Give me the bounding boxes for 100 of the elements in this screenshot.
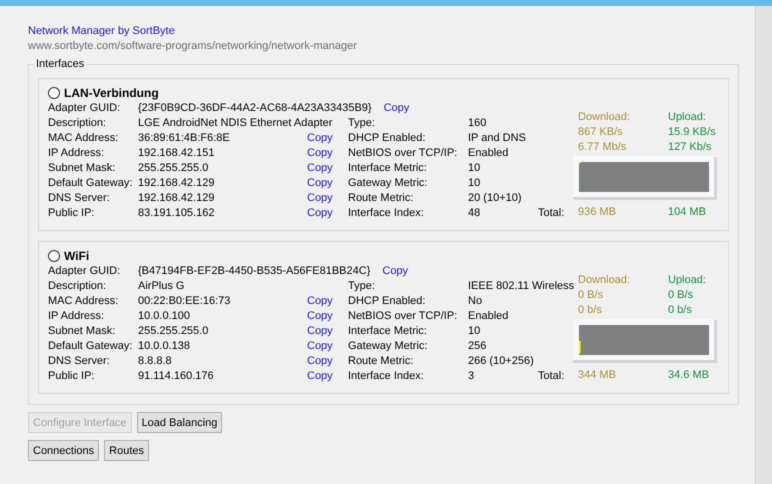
- copy-link[interactable]: Copy: [307, 294, 333, 309]
- copy-link[interactable]: Copy: [307, 369, 333, 384]
- field-value: {23F0B9CD-36DF-44A2-AC68-4A23A33435B9}: [138, 101, 372, 116]
- field-label: DHCP Enabled:: [348, 131, 426, 146]
- field-label: Adapter GUID:: [48, 101, 122, 116]
- upload-bitrate: 0 b/s: [668, 303, 692, 318]
- field-label: Interface Metric:: [348, 324, 427, 339]
- field-value: 160: [468, 116, 486, 131]
- action-button[interactable]: Connections: [28, 440, 100, 461]
- total-label: Total:: [538, 369, 564, 384]
- field-value: IP and DNS: [468, 131, 526, 146]
- field-label: Route Metric:: [348, 354, 414, 369]
- copy-link[interactable]: Copy: [307, 146, 333, 161]
- copy-link[interactable]: Copy: [307, 161, 333, 176]
- field-value: 83.191.105.162: [138, 206, 214, 221]
- field-value: Enabled: [468, 146, 508, 161]
- field-value: 192.168.42.151: [138, 146, 214, 161]
- field-label: DNS Server:: [48, 191, 110, 206]
- field-label: Gateway Metric:: [348, 339, 428, 354]
- field-label: Interface Index:: [348, 206, 424, 221]
- field-value: LGE AndroidNet NDIS Ethernet Adapter: [138, 116, 332, 131]
- upload-bitrate: 127 Kb/s: [668, 140, 712, 155]
- total-label: Total:: [538, 206, 564, 221]
- field-label: Type:: [348, 116, 375, 131]
- field-value: 10.0.0.138: [138, 339, 190, 354]
- download-bitrate: 0 b/s: [578, 303, 603, 318]
- upload-rate: 15.9 KB/s: [668, 125, 716, 140]
- copy-link[interactable]: Copy: [307, 309, 333, 324]
- field-value: AirPlus G: [138, 279, 184, 294]
- copy-link[interactable]: Copy: [307, 354, 333, 369]
- field-value: 266 (10+256): [468, 354, 534, 369]
- download-label: Download:: [578, 273, 631, 288]
- field-label: NetBIOS over TCP/IP:: [348, 309, 458, 324]
- field-label: DHCP Enabled:: [348, 294, 426, 309]
- field-value: 10.0.0.100: [138, 309, 190, 324]
- field-label: Type:: [348, 279, 375, 294]
- field-value: 192.168.42.129: [138, 176, 214, 191]
- field-label: Interface Index:: [348, 369, 424, 384]
- download-rate: 0 B/s: [578, 288, 604, 303]
- field-label: Route Metric:: [348, 191, 414, 206]
- field-label: MAC Address:: [48, 131, 118, 146]
- field-label: Description:: [48, 116, 106, 131]
- field-value: 10: [468, 161, 480, 176]
- copy-link[interactable]: Copy: [307, 191, 333, 206]
- field-value: 91.114.160.176: [138, 369, 214, 384]
- action-button[interactable]: Load Balancing: [136, 412, 222, 433]
- upload-total: 104 MB: [668, 205, 706, 220]
- radio-button[interactable]: [48, 87, 60, 99]
- copy-link[interactable]: Copy: [307, 324, 333, 339]
- field-label: Default Gateway:: [48, 339, 132, 354]
- copy-link[interactable]: Copy: [307, 206, 333, 221]
- scrollbar[interactable]: [755, 6, 772, 484]
- website-url: www.sortbyte.com/software-programs/networking/network-manager: [28, 39, 357, 54]
- download-rate: 867 KB/s: [578, 125, 624, 140]
- field-label: DNS Server:: [48, 354, 110, 369]
- field-label: Adapter GUID:: [48, 264, 122, 279]
- field-value: 8.8.8.8: [138, 354, 172, 369]
- field-label: NetBIOS over TCP/IP:: [348, 146, 458, 161]
- field-value: 36:89:61:4B:F6:8E: [138, 131, 230, 146]
- interface-name: WiFi: [64, 249, 90, 263]
- upload-total: 34.6 MB: [668, 368, 709, 383]
- copy-link[interactable]: Copy: [384, 101, 410, 116]
- upload-rate: 0 B/s: [668, 288, 694, 303]
- field-label: Gateway Metric:: [348, 176, 428, 191]
- field-label: Subnet Mask:: [48, 161, 116, 176]
- copy-link[interactable]: Copy: [307, 339, 333, 354]
- field-label: Subnet Mask:: [48, 324, 116, 339]
- field-label: Public IP:: [48, 369, 94, 384]
- field-value: 48: [468, 206, 480, 221]
- download-total: 344 MB: [578, 368, 617, 383]
- field-value: 255.255.255.0: [138, 324, 208, 339]
- app-title-link[interactable]: Network Manager by SortByte: [28, 24, 175, 39]
- radio-button[interactable]: [48, 250, 60, 262]
- field-label: Default Gateway:: [48, 176, 132, 191]
- field-value: {B47194FB-EF2B-4450-B535-A56FE81BB24C}: [138, 264, 370, 279]
- field-value: 10: [468, 176, 480, 191]
- download-total: 936 MB: [578, 205, 617, 220]
- field-value: 3: [468, 369, 474, 384]
- upload-label: Upload:: [668, 273, 706, 288]
- field-value: 20 (10+10): [468, 191, 522, 206]
- copy-link[interactable]: Copy: [307, 131, 333, 146]
- field-label: IP Address:: [48, 309, 104, 324]
- field-value: 192.168.42.129: [138, 191, 214, 206]
- field-value: 256: [468, 339, 486, 354]
- action-button[interactable]: Routes: [104, 440, 150, 461]
- field-label: Interface Metric:: [348, 161, 427, 176]
- field-label: Description:: [48, 279, 106, 294]
- field-label: MAC Address:: [48, 294, 118, 309]
- field-value: No: [468, 294, 482, 309]
- field-value: IEEE 802.11 Wireless: [468, 279, 574, 294]
- download-label: Download:: [578, 110, 631, 125]
- field-label: IP Address:: [48, 146, 104, 161]
- upload-label: Upload:: [668, 110, 706, 125]
- copy-link[interactable]: Copy: [382, 264, 408, 279]
- field-value: 00:22:B0:EE:16:73: [138, 294, 230, 309]
- interface-name: LAN-Verbindung: [64, 86, 159, 100]
- field-value: Enabled: [468, 309, 508, 324]
- field-label: Public IP:: [48, 206, 94, 221]
- copy-link[interactable]: Copy: [307, 176, 333, 191]
- field-value: 10: [468, 324, 480, 339]
